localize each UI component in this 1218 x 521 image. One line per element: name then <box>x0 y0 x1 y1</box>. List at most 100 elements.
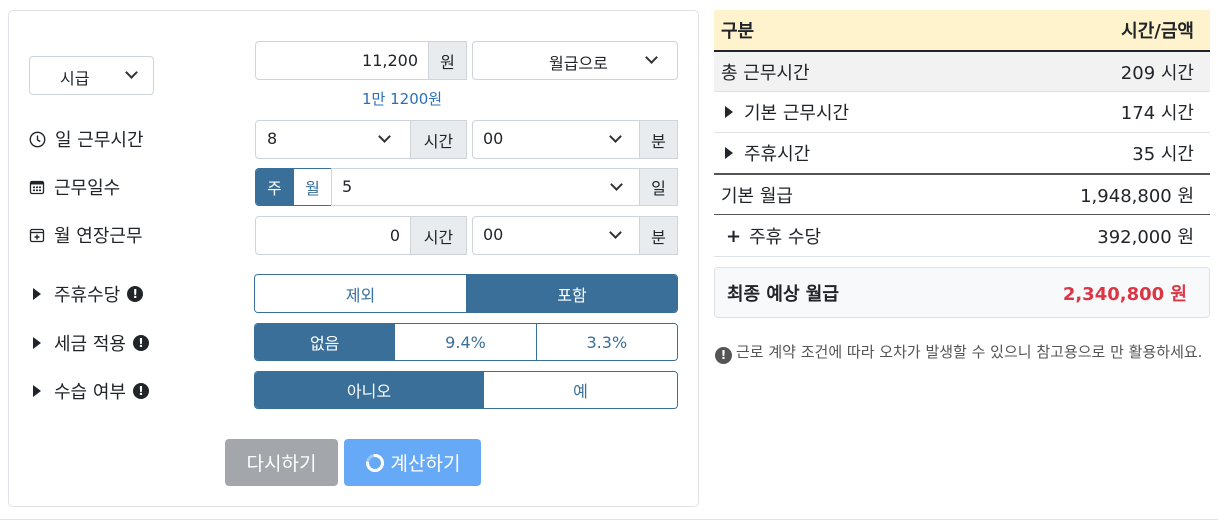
weekly-allowance-toggle: 제외 포함 <box>254 274 678 313</box>
row-label: 기본 월급 <box>721 186 793 207</box>
daily-hours-select[interactable]: 8 <box>255 120 411 159</box>
weekly-allowance-label[interactable]: 주휴수당 ! <box>29 280 144 308</box>
caret-right-icon <box>725 106 733 118</box>
overtime-hours-unit: 시간 <box>410 216 467 255</box>
chevron-down-icon <box>609 226 622 239</box>
tax-9-4[interactable]: 9.4% <box>394 324 536 360</box>
daily-minutes-unit-text: 분 <box>651 131 666 151</box>
total-value: 2,340,800 원 <box>1062 283 1187 305</box>
work-days-label-text: 근무일수 <box>54 178 121 199</box>
toggle-week[interactable]: 주 <box>256 169 293 205</box>
pay-type-select[interactable]: 시급 <box>29 56 154 95</box>
row-value: 1,948,800 원 <box>1080 186 1194 207</box>
pay-type-value: 시급 <box>60 69 90 88</box>
daily-hours-value: 8 <box>267 129 278 148</box>
row-label: 주휴시간 <box>744 144 811 165</box>
caret-right-icon <box>725 147 733 159</box>
tax-toggle: 없음 9.4% 3.3% <box>254 323 678 361</box>
info-icon: ! <box>715 347 732 364</box>
tax-3-3[interactable]: 3.3% <box>535 324 677 360</box>
chevron-down-icon <box>645 51 658 64</box>
caret-right-icon <box>33 385 41 397</box>
work-days-period-toggle: 주 월 <box>255 168 332 206</box>
table-row: + 주휴 수당 392,000 원 <box>714 216 1210 256</box>
total-label: 최종 예상 월급 <box>727 283 839 305</box>
overtime-hours-unit-text: 시간 <box>423 227 454 247</box>
overtime-hours-input[interactable]: 0 <box>255 216 411 255</box>
row-label: 주휴 수당 <box>749 227 822 248</box>
info-icon[interactable]: ! <box>127 286 144 302</box>
row-label: 총 근무시간 <box>721 63 810 84</box>
divider <box>714 214 1210 215</box>
spinner-icon <box>365 453 385 473</box>
daily-minutes-value: 00 <box>483 129 504 148</box>
overtime-label: 월 연장근무 <box>29 221 143 249</box>
work-days-label: 근무일수 <box>29 173 120 201</box>
work-days-value: 5 <box>342 177 353 196</box>
header-amount: 시간/금액 <box>1121 21 1194 42</box>
wage-unit-label: 원 <box>440 52 455 72</box>
chevron-down-icon <box>610 178 623 191</box>
info-icon[interactable]: ! <box>132 383 149 399</box>
table-row: 총 근무시간 209 시간 <box>714 52 1210 92</box>
daily-minutes-select[interactable]: 00 <box>472 120 640 159</box>
total-row: 최종 예상 월급 2,340,800 원 <box>714 267 1210 318</box>
wage-unit-addon: 원 <box>428 41 467 80</box>
probation-label[interactable]: 수습 여부 ! <box>29 377 149 405</box>
row-value: 209 시간 <box>1120 63 1194 84</box>
overtime-minutes-unit: 분 <box>639 216 678 255</box>
probation-label-text: 수습 여부 <box>54 382 126 403</box>
convert-select-value: 월급으로 <box>549 54 608 73</box>
overtime-minutes-value: 00 <box>483 225 504 244</box>
reset-button[interactable]: 다시하기 <box>225 439 338 486</box>
tax-label-text: 세금 적용 <box>54 334 126 355</box>
tax-none[interactable]: 없음 <box>255 324 395 360</box>
result-table-header: 구분 시간/금액 <box>714 10 1210 50</box>
row-value: 35 시간 <box>1132 144 1194 165</box>
overtime-minutes-select[interactable]: 00 <box>472 216 640 255</box>
notice-text: ! 근로 계약 조건에 따라 오차가 발생할 수 있으니 참고용으로 만 활용하세… <box>715 340 1205 365</box>
toggle-month[interactable]: 월 <box>293 169 331 205</box>
probation-toggle: 아니오 예 <box>254 371 678 409</box>
wage-input-value: 11,200 <box>362 51 418 70</box>
calculate-button[interactable]: 계산하기 <box>344 439 481 486</box>
plus-icon: + <box>726 225 742 247</box>
daily-minutes-unit: 분 <box>639 120 678 159</box>
convert-select[interactable]: 월급으로 <box>472 41 678 80</box>
chevron-down-icon <box>609 130 622 143</box>
daily-hours-unit: 시간 <box>410 120 467 159</box>
header-category: 구분 <box>721 21 755 42</box>
tax-label[interactable]: 세금 적용 ! <box>29 329 149 357</box>
bottom-divider <box>0 519 1218 520</box>
daily-hours-label-text: 일 근무시간 <box>55 130 144 151</box>
probation-no[interactable]: 아니오 <box>255 372 483 408</box>
chevron-down-icon <box>125 66 138 79</box>
work-days-unit-text: 일 <box>651 179 666 198</box>
table-row[interactable]: 주휴시간 35 시간 <box>714 133 1210 173</box>
caret-right-icon <box>33 288 41 300</box>
work-days-unit: 일 <box>639 168 678 206</box>
overtime-label-text: 월 연장근무 <box>54 226 143 247</box>
overtime-minutes-unit-text: 분 <box>651 227 666 247</box>
weekly-allowance-include[interactable]: 포함 <box>466 275 677 312</box>
probation-yes[interactable]: 예 <box>482 372 677 408</box>
info-icon[interactable]: ! <box>132 335 149 351</box>
work-days-select[interactable]: 5 <box>331 168 640 206</box>
daily-hours-label: 일 근무시간 <box>29 125 144 153</box>
table-row: 기본 월급 1,948,800 원 <box>714 175 1210 215</box>
row-label-wrap: 기본 근무시간 <box>721 99 849 125</box>
calendar-icon <box>29 179 45 195</box>
notice-message: 근로 계약 조건에 따라 오차가 발생할 수 있으니 참고용으로 만 활용하세요… <box>736 343 1203 361</box>
calendar-plus-icon <box>29 227 45 243</box>
row-label-wrap: 주휴시간 <box>721 140 810 166</box>
reset-button-label: 다시하기 <box>246 453 317 475</box>
wage-hint: 1만 1200원 <box>362 90 443 108</box>
chevron-down-icon <box>378 130 391 143</box>
row-label-wrap: + 주휴 수당 <box>721 223 821 249</box>
row-value: 392,000 원 <box>1097 227 1194 248</box>
caret-right-icon <box>33 337 41 349</box>
weekly-allowance-exclude[interactable]: 제외 <box>255 275 466 312</box>
wage-input[interactable]: 11,200 <box>255 41 429 80</box>
row-value: 174 시간 <box>1120 103 1194 124</box>
table-row[interactable]: 기본 근무시간 174 시간 <box>714 92 1210 132</box>
